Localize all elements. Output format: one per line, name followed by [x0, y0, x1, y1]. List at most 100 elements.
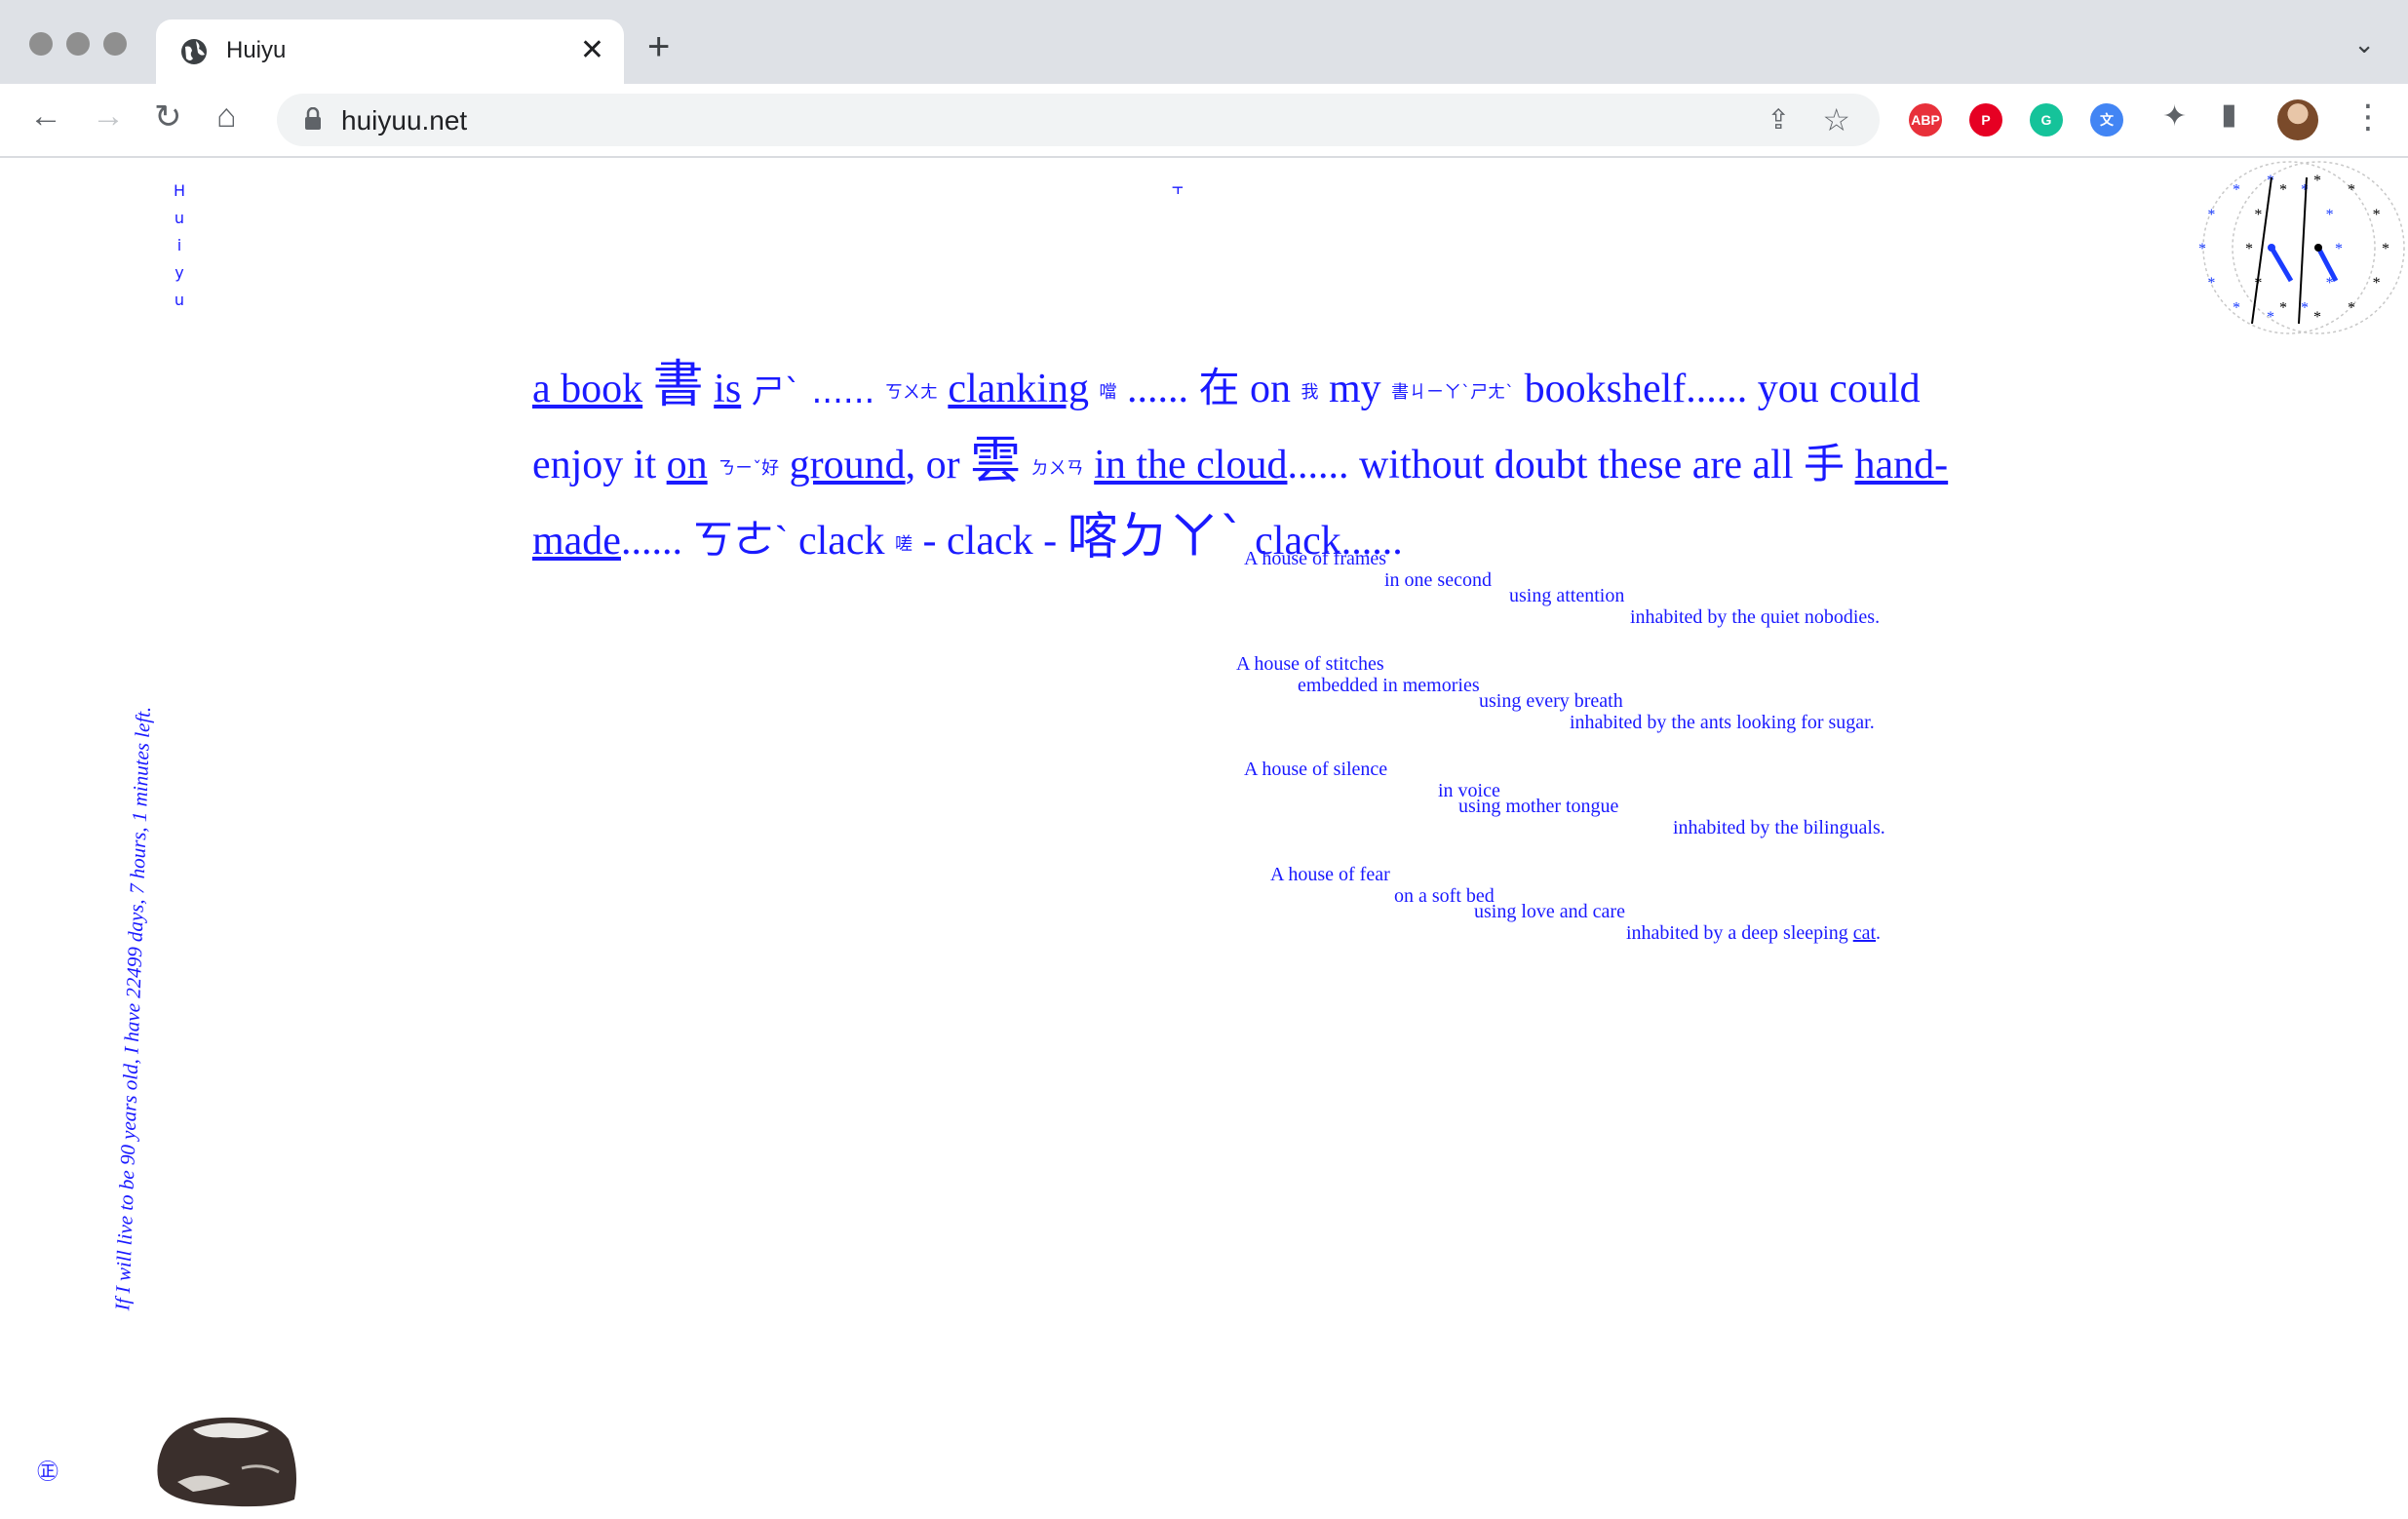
clock-marker: *: [2313, 173, 2321, 189]
browser-chrome: Huiyu ✕ + ⌄ ← → ↻ ⌂ huiyuu.net ⇪ ☆ ABP P G…: [0, 0, 2408, 158]
translate-extension-icon[interactable]: 文: [2090, 103, 2123, 136]
top-mark-icon: ⫟: [1172, 177, 1185, 199]
poem-1-line-1-link[interactable]: A house of frames: [1244, 548, 1386, 570]
toolbar: ← → ↻ ⌂ huiyuu.net ⇪ ☆ ABP P G 文 ✦ ▮ ⋮: [0, 84, 2408, 158]
clock-marker: *: [2313, 309, 2321, 326]
poem-2-line-3: using every breath: [1479, 690, 1623, 712]
poem-3-line-4: inhabited by the bilinguals.: [1673, 817, 1885, 838]
main-word: ...... ㄎㄜˋ clack: [620, 518, 885, 564]
poem-4-line-4: inhabited by a deep sleeping cat.: [1626, 922, 1881, 945]
main-word: ㄎㄨㄤ: [884, 381, 938, 403]
vertical-site-name: H u i y u: [168, 177, 191, 314]
abp-extension-icon[interactable]: ABP: [1909, 103, 1942, 136]
name-letter: u: [174, 209, 185, 227]
poem-2-line-4: inhabited by the ants looking for sugar.: [1570, 712, 1875, 733]
page-content: H u i y u ⫟ a book 書 is ㄕˋ ...... ㄎㄨㄤ cl…: [0, 158, 2408, 1519]
main-word: ㄋㄧˇ好: [718, 457, 780, 479]
main-word: ...... without doubt these are all 手: [1287, 442, 1845, 487]
close-window-button[interactable]: [29, 32, 53, 56]
clock-marker: *: [2233, 300, 2240, 317]
address-bar[interactable]: huiyuu.net ⇪ ☆: [277, 94, 1880, 146]
poem-2-line-2: embedded in memories: [1298, 675, 1480, 696]
clock-marker: *: [2245, 241, 2253, 257]
tab-strip: Huiyu ✕ + ⌄: [0, 0, 2408, 84]
poem-1-line-2: in one second: [1384, 569, 1492, 591]
link-on[interactable]: on: [667, 443, 708, 487]
poem-4-line-3: using love and care: [1474, 901, 1625, 922]
main-word: ㄕˋ ......: [751, 371, 875, 411]
poem-3-line-1: A house of silence: [1244, 759, 1388, 780]
poem-4-line-1: A house of fear: [1270, 864, 1390, 885]
new-tab-button[interactable]: +: [647, 25, 670, 69]
main-word: ㄉㄨㄢ: [1030, 457, 1084, 479]
main-word: 我: [1301, 381, 1319, 403]
link-ground[interactable]: ground: [790, 443, 906, 487]
clock-marker: *: [2326, 207, 2334, 223]
bookmark-star-icon[interactable]: ☆: [1822, 101, 1850, 138]
poem-4-line-4-text: inhabited by a deep sleeping: [1626, 922, 1853, 944]
main-word: 噹: [1099, 381, 1117, 403]
main-poem: a book 書 is ㄕˋ ...... ㄎㄨㄤ clanking 噹 ...…: [532, 351, 1975, 579]
clock-marker: *: [2348, 300, 2355, 317]
close-icon[interactable]: ✕: [580, 33, 604, 67]
name-letter: y: [175, 263, 184, 282]
cat-link[interactable]: cat: [1853, 922, 1876, 944]
reload-button[interactable]: ↻: [154, 97, 182, 136]
menu-icon[interactable]: ⋮: [2351, 97, 2385, 136]
lock-icon: [305, 107, 321, 130]
name-letter: u: [174, 291, 185, 309]
link-a-book[interactable]: a book: [532, 367, 642, 411]
url-text[interactable]: huiyuu.net: [341, 105, 467, 136]
puzzle-icon[interactable]: ✦: [2162, 99, 2187, 134]
main-word: , or: [905, 442, 960, 487]
link-in-the-cloud[interactable]: in the cloud: [1094, 443, 1287, 487]
minimize-window-button[interactable]: [66, 32, 90, 56]
life-countdown: If I will live to be 90 years old, I hav…: [110, 706, 155, 1311]
pinterest-extension-icon[interactable]: P: [1969, 103, 2002, 136]
clock-marker: *: [2207, 207, 2215, 223]
main-word: ...... 在 on: [1126, 367, 1291, 411]
clock-marker: *: [2233, 181, 2240, 198]
clock-marker: *: [2373, 275, 2381, 292]
main-word: - clack -: [922, 518, 1058, 564]
main-word: 喀ㄉㄚˋ: [1067, 507, 1245, 566]
clock-marker: *: [2254, 207, 2262, 223]
poem-1-line-3: using attention: [1509, 585, 1625, 606]
footer-logo-icon[interactable]: ㊣: [37, 1455, 58, 1486]
link-clanking[interactable]: clanking: [948, 367, 1089, 411]
tab-title: Huiyu: [226, 37, 287, 63]
grammarly-extension-icon[interactable]: G: [2030, 103, 2063, 136]
poem-2-line-1: A house of stitches: [1236, 653, 1384, 675]
rock-image[interactable]: [154, 1410, 300, 1511]
clock-marker: *: [2348, 181, 2355, 198]
globe-icon: [181, 39, 207, 64]
link-is[interactable]: is: [714, 367, 741, 411]
main-word: 嗟: [895, 533, 913, 555]
side-panel-icon[interactable]: ▮: [2221, 97, 2237, 132]
clock-marker: *: [2335, 241, 2343, 257]
clock-marker: *: [2207, 275, 2215, 292]
forward-button[interactable]: →: [92, 97, 125, 136]
main-word: 雲: [970, 431, 1022, 490]
back-button[interactable]: ←: [29, 97, 62, 136]
main-word: 書ㄐㄧㄚˋㄕㄤˋ: [1391, 381, 1515, 403]
home-button[interactable]: ⌂: [216, 97, 237, 136]
avatar[interactable]: [2277, 99, 2318, 140]
tab-huiyu[interactable]: Huiyu ✕: [156, 19, 624, 84]
clock-marker: *: [2198, 241, 2206, 257]
double-clock-icon: ************************: [2198, 161, 2405, 334]
name-letter: H: [173, 181, 186, 200]
poem-1-line-4: inhabited by the quiet nobodies.: [1630, 606, 1881, 628]
chevron-down-icon[interactable]: ⌄: [2353, 29, 2375, 59]
name-letter: i: [176, 236, 182, 254]
clock-marker: *: [2279, 181, 2287, 198]
clock-marker: *: [2301, 300, 2309, 317]
clock-marker: *: [2373, 207, 2381, 223]
maximize-window-button[interactable]: [103, 32, 127, 56]
clock-marker: *: [2267, 309, 2274, 326]
main-word: my: [1328, 367, 1381, 411]
clock-marker: *: [2382, 241, 2389, 257]
share-icon[interactable]: ⇪: [1767, 103, 1790, 136]
clock-marker: *: [2279, 300, 2287, 317]
poem-4-line-4-period: .: [1876, 922, 1882, 944]
